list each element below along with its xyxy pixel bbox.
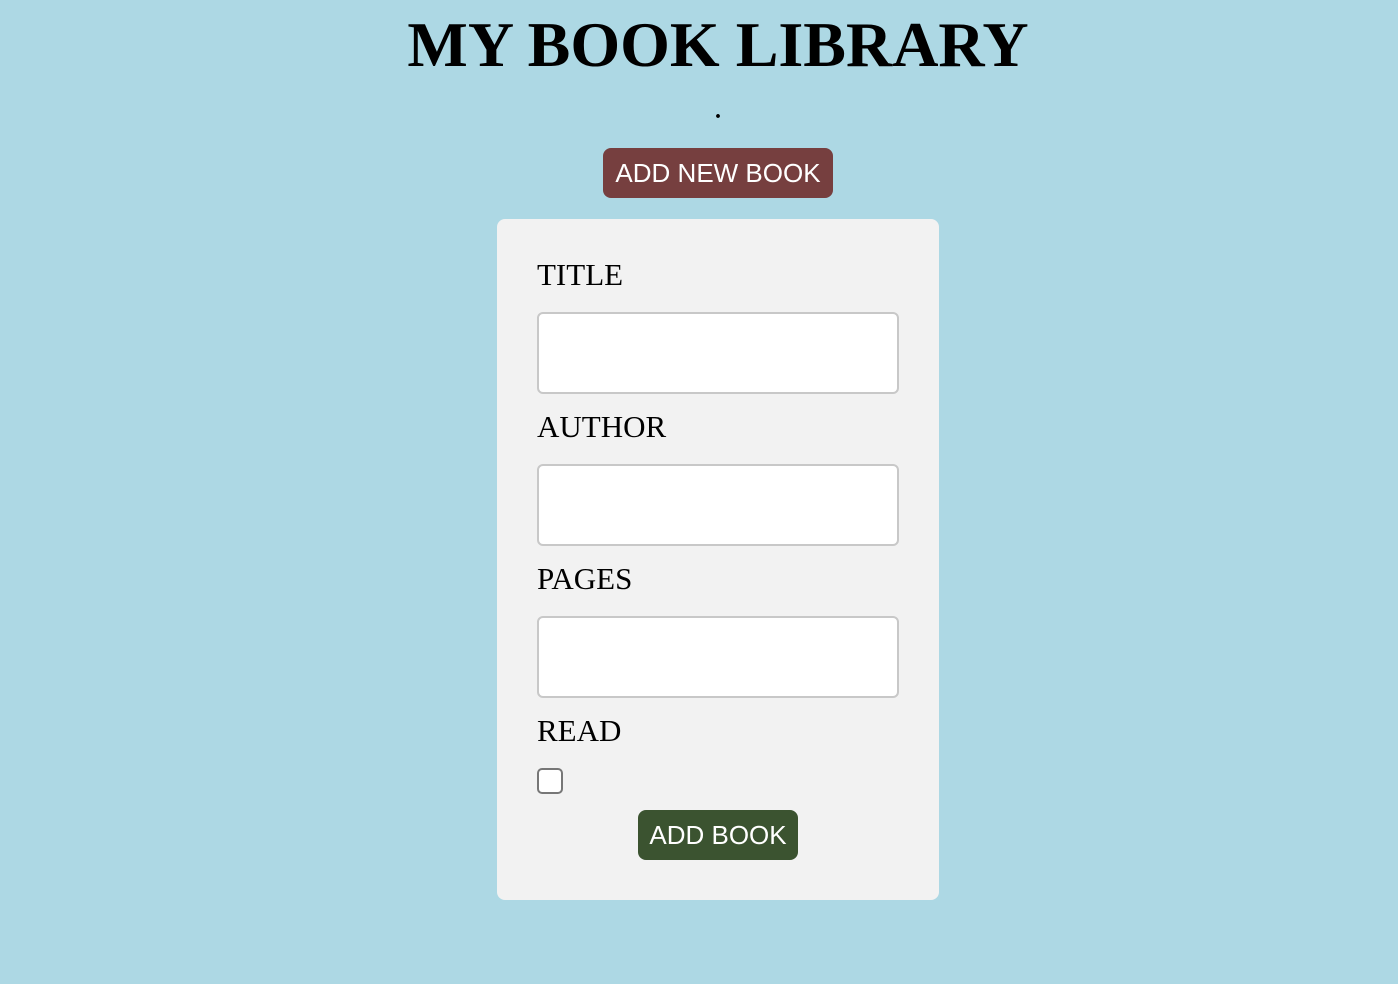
add-new-book-button[interactable]: ADD NEW BOOK [603, 148, 833, 198]
pages-input[interactable] [537, 616, 899, 698]
add-book-button[interactable]: ADD BOOK [638, 810, 798, 860]
read-checkbox[interactable] [537, 768, 563, 794]
title-label: TITLE [537, 257, 624, 292]
title-input[interactable] [537, 312, 899, 394]
pages-label: PAGES [537, 561, 633, 596]
page-title: MY BOOK LIBRARY [407, 9, 1029, 80]
read-label: READ [537, 713, 622, 748]
author-input[interactable] [537, 464, 899, 546]
status-text: . [715, 98, 721, 124]
author-label: AUTHOR [537, 409, 667, 444]
add-book-form: TITLE AUTHOR PAGES READ ADD BOOK [497, 219, 939, 900]
